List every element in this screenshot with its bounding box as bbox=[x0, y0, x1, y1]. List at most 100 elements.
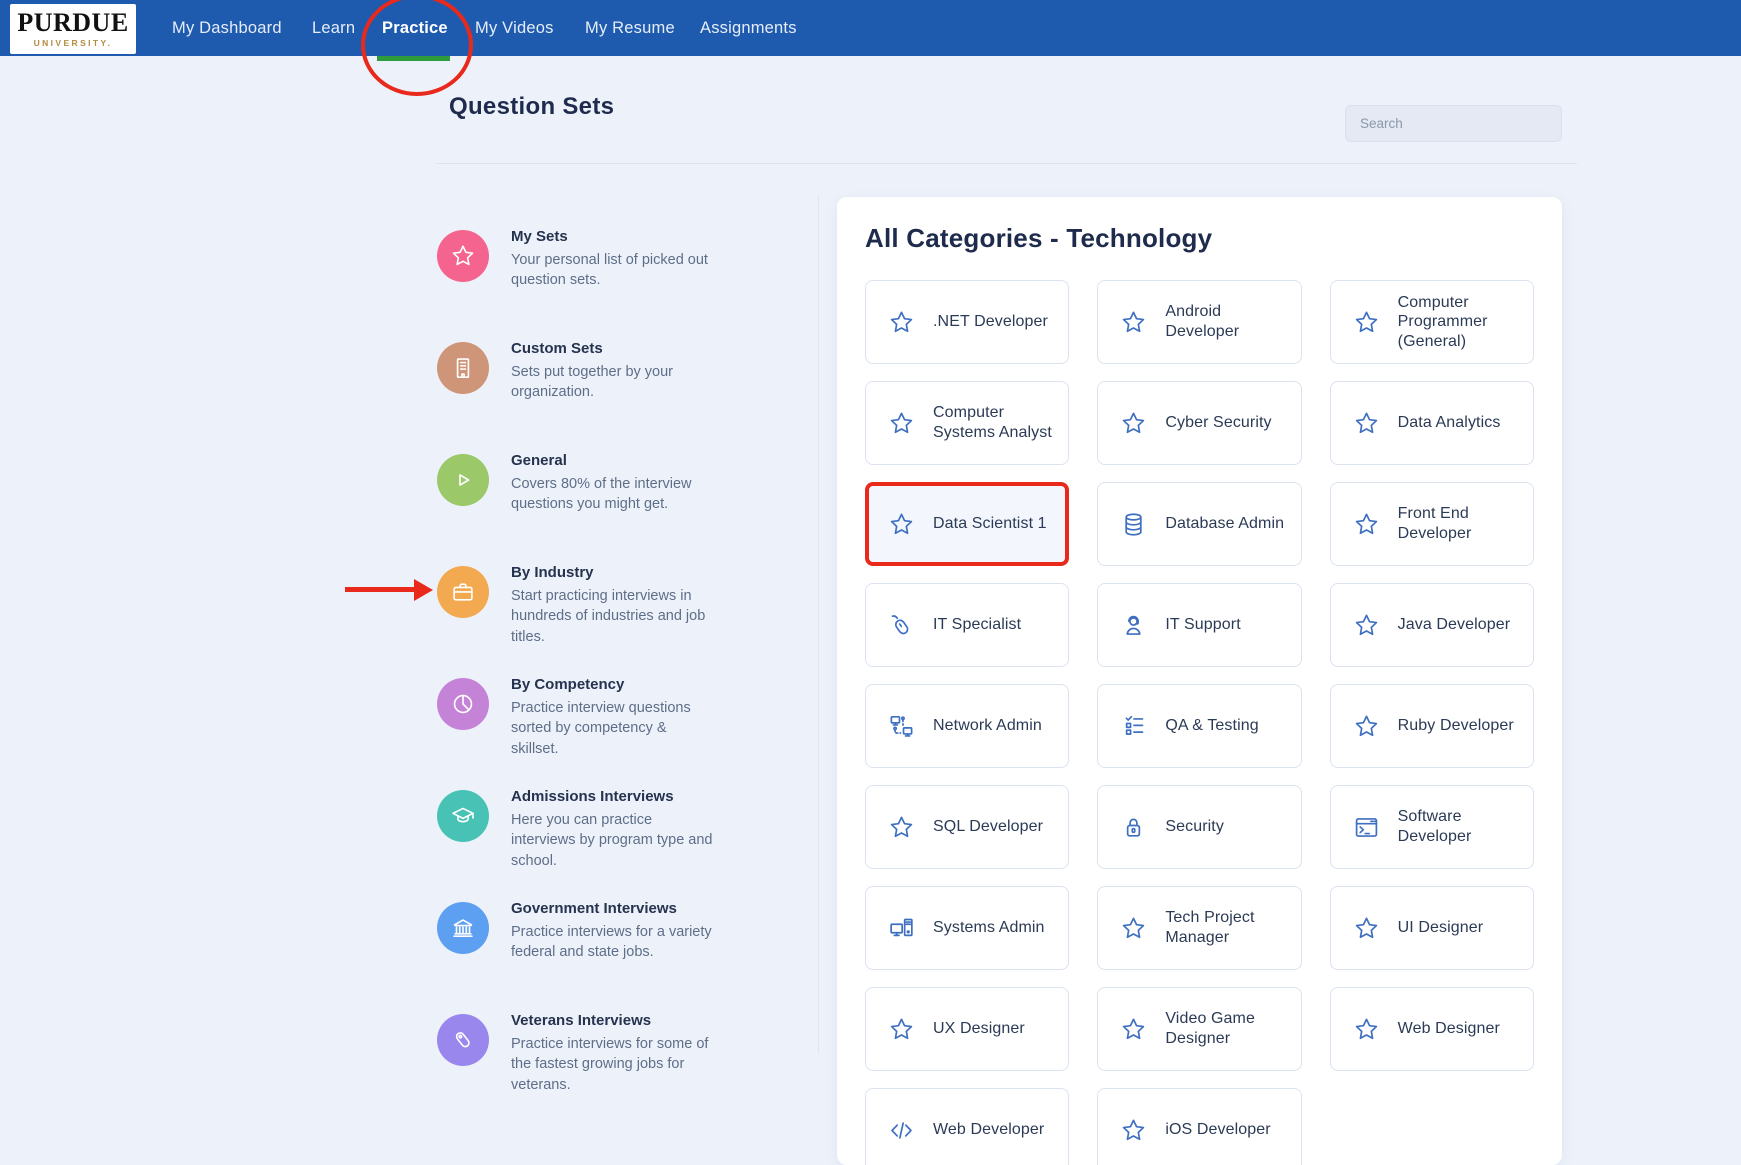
star-icon bbox=[888, 814, 915, 841]
category-label: QA & Testing bbox=[1165, 716, 1258, 736]
star-icon bbox=[1353, 309, 1380, 336]
sidebar-item-text: Custom SetsSets put together by your org… bbox=[511, 340, 763, 403]
sidebar-item-title: Government Interviews bbox=[511, 900, 763, 917]
category-card-network-admin[interactable]: Network Admin bbox=[865, 684, 1069, 768]
database-icon bbox=[1120, 511, 1147, 538]
category-card-net-developer[interactable]: .NET Developer bbox=[865, 280, 1069, 364]
logo-subtext: UNIVERSITY. bbox=[34, 38, 113, 48]
category-card-tech-project-manager[interactable]: Tech Project Manager bbox=[1097, 886, 1301, 970]
sidebar-divider bbox=[818, 196, 819, 1054]
category-card-data-scientist-1[interactable]: Data Scientist 1 bbox=[865, 482, 1069, 566]
purdue-logo[interactable]: PURDUE UNIVERSITY. bbox=[10, 4, 136, 54]
category-card-web-designer[interactable]: Web Designer bbox=[1330, 987, 1534, 1071]
sidebar-item-title: By Competency bbox=[511, 676, 763, 693]
category-card-cyber-security[interactable]: Cyber Security bbox=[1097, 381, 1301, 465]
search-input[interactable] bbox=[1345, 105, 1562, 142]
category-label: Software Developer bbox=[1398, 807, 1472, 846]
sidebar: My Sets Your personal list of picked out … bbox=[437, 228, 792, 1124]
desktop-icon bbox=[888, 915, 915, 942]
sidebar-item-custom-sets[interactable]: Custom SetsSets put together by your org… bbox=[437, 340, 792, 452]
category-label: Java Developer bbox=[1398, 615, 1511, 635]
nav-item-learn[interactable]: Learn bbox=[312, 0, 355, 56]
sidebar-item-general[interactable]: GeneralCovers 80% of the interview quest… bbox=[437, 452, 792, 564]
sidebar-item-by-competency[interactable]: By Competency Practice interview question… bbox=[437, 676, 792, 788]
sidebar-item-my-sets[interactable]: My Sets Your personal list of picked out … bbox=[437, 228, 792, 340]
category-card-front-end-developer[interactable]: Front End Developer bbox=[1330, 482, 1534, 566]
category-card-ui-designer[interactable]: UI Designer bbox=[1330, 886, 1534, 970]
sidebar-item-description: Your personal list of picked out questio… bbox=[511, 250, 763, 291]
category-card-ux-designer[interactable]: UX Designer bbox=[865, 987, 1069, 1071]
nav-item-my-resume[interactable]: My Resume bbox=[585, 0, 675, 56]
sidebar-item-description: Practice interviews for some of the fast… bbox=[511, 1034, 763, 1095]
sidebar-item-description: Practice interviews for a variety federa… bbox=[511, 922, 763, 963]
category-label: Ruby Developer bbox=[1398, 716, 1514, 736]
category-card-systems-admin[interactable]: Systems Admin bbox=[865, 886, 1069, 970]
star-icon bbox=[1353, 410, 1380, 437]
category-label: IT Support bbox=[1165, 615, 1240, 635]
category-label: .NET Developer bbox=[933, 312, 1048, 332]
nav-item-assignments[interactable]: Assignments bbox=[700, 0, 797, 56]
category-card-software-developer[interactable]: Software Developer bbox=[1330, 785, 1534, 869]
top-navbar: PURDUE UNIVERSITY. My Dashboard Learn Prac… bbox=[0, 0, 1741, 56]
category-card-video-game-designer[interactable]: Video Game Designer bbox=[1097, 987, 1301, 1071]
briefcase-icon bbox=[437, 566, 489, 618]
star-icon bbox=[888, 309, 915, 336]
category-card-android-developer[interactable]: Android Developer bbox=[1097, 280, 1301, 364]
category-label: Computer Systems Analyst bbox=[933, 403, 1052, 442]
sidebar-item-admissions-interviews[interactable]: Admissions InterviewsHere you can practi… bbox=[437, 788, 792, 900]
category-label: Security bbox=[1165, 817, 1224, 837]
category-card-ruby-developer[interactable]: Ruby Developer bbox=[1330, 684, 1534, 768]
sidebar-item-veterans-interviews[interactable]: Veterans InterviewsPractice interviews f… bbox=[437, 1012, 792, 1124]
headset-person-icon bbox=[1120, 612, 1147, 639]
category-label: SQL Developer bbox=[933, 817, 1043, 837]
sidebar-item-by-industry[interactable]: By IndustryStart practicing interviews i… bbox=[437, 564, 792, 676]
category-label: Web Designer bbox=[1398, 1019, 1500, 1039]
category-card-computer-programmer-general[interactable]: Computer Programmer (General) bbox=[1330, 280, 1534, 364]
star-icon bbox=[1353, 713, 1380, 740]
dog-tag-icon bbox=[437, 1014, 489, 1066]
category-label: iOS Developer bbox=[1165, 1120, 1270, 1140]
category-label: Android Developer bbox=[1165, 302, 1239, 341]
category-card-java-developer[interactable]: Java Developer bbox=[1330, 583, 1534, 667]
sidebar-item-title: Admissions Interviews bbox=[511, 788, 763, 805]
category-card-computer-systems-analyst[interactable]: Computer Systems Analyst bbox=[865, 381, 1069, 465]
logo-wordmark: PURDUE bbox=[17, 10, 128, 36]
category-card-data-analytics[interactable]: Data Analytics bbox=[1330, 381, 1534, 465]
page: PURDUE UNIVERSITY. My Dashboard Learn Prac… bbox=[0, 0, 1741, 1165]
category-card-sql-developer[interactable]: SQL Developer bbox=[865, 785, 1069, 869]
star-icon bbox=[1353, 915, 1380, 942]
sidebar-item-text: GeneralCovers 80% of the interview quest… bbox=[511, 452, 763, 515]
sidebar-item-title: My Sets bbox=[511, 228, 763, 245]
category-label: Tech Project Manager bbox=[1165, 908, 1254, 947]
category-label: IT Specialist bbox=[933, 615, 1021, 635]
sidebar-item-description: Start practicing interviews in hundreds … bbox=[511, 586, 763, 647]
category-grid: .NET Developer Android Developer Computer … bbox=[865, 280, 1534, 1165]
nav-item-practice[interactable]: Practice bbox=[382, 0, 448, 56]
sidebar-item-government-interviews[interactable]: Government Interviews Practice interviews… bbox=[437, 900, 792, 1012]
star-icon bbox=[437, 230, 489, 282]
category-card-qa-testing[interactable]: QA & Testing bbox=[1097, 684, 1301, 768]
category-card-it-specialist[interactable]: IT Specialist bbox=[865, 583, 1069, 667]
category-card-web-developer[interactable]: Web Developer bbox=[865, 1088, 1069, 1165]
nav-item-my-videos[interactable]: My Videos bbox=[475, 0, 554, 56]
sidebar-item-description: Practice interview questions sorted by c… bbox=[511, 698, 763, 759]
star-icon bbox=[1120, 1016, 1147, 1043]
grad-cap-icon bbox=[437, 790, 489, 842]
sidebar-item-text: By Competency Practice interview question… bbox=[511, 676, 763, 759]
category-card-ios-developer[interactable]: iOS Developer bbox=[1097, 1088, 1301, 1165]
category-label: Web Developer bbox=[933, 1120, 1044, 1140]
star-icon bbox=[1120, 1117, 1147, 1144]
header-divider bbox=[437, 163, 1577, 164]
category-label: Cyber Security bbox=[1165, 413, 1271, 433]
nav-item-my-dashboard[interactable]: My Dashboard bbox=[172, 0, 282, 56]
category-card-it-support[interactable]: IT Support bbox=[1097, 583, 1301, 667]
category-card-security[interactable]: Security bbox=[1097, 785, 1301, 869]
star-icon bbox=[888, 1016, 915, 1043]
page-title: Question Sets bbox=[449, 93, 614, 121]
category-card-database-admin[interactable]: Database Admin bbox=[1097, 482, 1301, 566]
category-label: Data Analytics bbox=[1398, 413, 1501, 433]
sidebar-item-text: Government Interviews Practice interviews… bbox=[511, 900, 763, 963]
code-icon bbox=[888, 1117, 915, 1144]
star-icon bbox=[888, 410, 915, 437]
play-icon bbox=[437, 454, 489, 506]
